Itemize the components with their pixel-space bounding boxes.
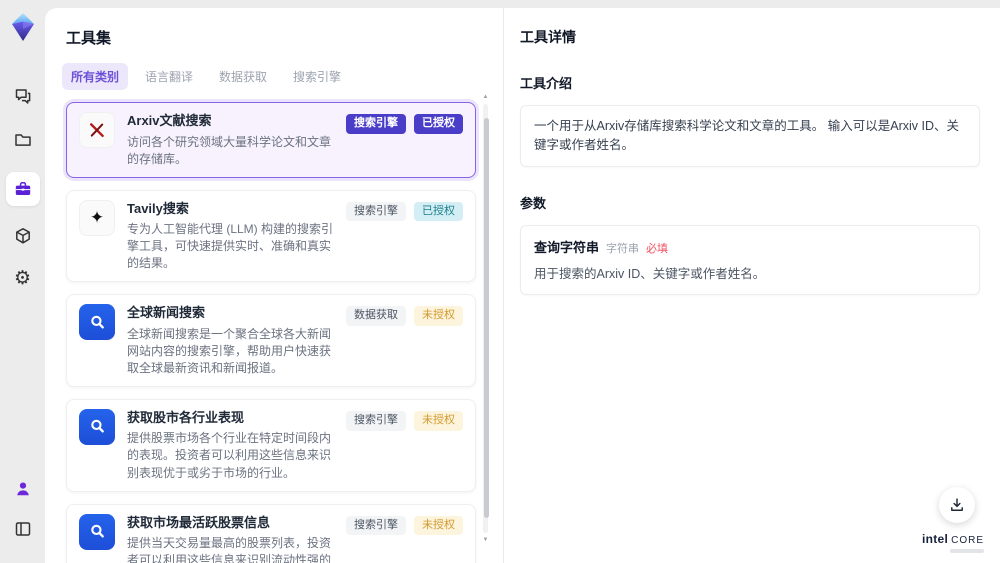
sidebar-item-toolbox[interactable] [5, 172, 40, 206]
auth-status-badge: 已授权 [414, 201, 463, 222]
tool-title: 获取市场最活跃股票信息 [127, 514, 271, 530]
detail-title: 工具详情 [520, 29, 576, 45]
briefcase-icon [13, 179, 33, 199]
param-type: 字符串 [606, 242, 640, 255]
tool-title: Arxiv文献搜索 [127, 113, 212, 128]
blue-search-icon [79, 304, 115, 341]
tools-pane: 工具集 所有类别 语言翻译 数据获取 搜索引擎 Arxiv文献搜索 访问各个研究领域大量… [45, 8, 503, 563]
intel-product-text: CORE [951, 535, 985, 546]
tool-list: Arxiv文献搜索 访问各个研究领域大量科学论文和文章的存储库。 搜索引擎 已授权 ✦ T… [63, 99, 479, 563]
category-badge: 搜索引擎 [346, 515, 406, 536]
main-panel: 工具集 所有类别 语言翻译 数据获取 搜索引擎 Arxiv文献搜索 访问各个研究领域大量… [45, 8, 1000, 563]
params-heading: 参数 [520, 195, 547, 211]
category-badge: 数据获取 [346, 306, 406, 326]
folder-icon [13, 130, 33, 150]
list-scrollbar[interactable]: ▲ ▼ [482, 92, 489, 557]
tab-0[interactable]: 所有类别 [62, 63, 129, 90]
intel-sub-mark [950, 549, 984, 553]
tool-card[interactable]: Arxiv文献搜索访问各个研究领域大量科学论文和文章的存储库。 搜索引擎 已授权 [66, 102, 476, 178]
param-name: 查询字符串 [534, 239, 600, 255]
intro-box: 一个用于从Arxiv存储库搜索科学论文和文章的工具。 输入可以是Arxiv ID… [520, 105, 980, 167]
intro-heading: 工具介绍 [520, 76, 573, 91]
scroll-down-icon[interactable]: ▼ [482, 537, 489, 543]
scrollbar-track[interactable] [483, 104, 489, 533]
tab-3[interactable]: 搜索引擎 [284, 63, 350, 90]
chat-icon [13, 86, 33, 106]
intel-brand-text: intel [922, 532, 949, 546]
sidebar-item-chat[interactable] [7, 80, 39, 112]
collapse-panel-icon [13, 519, 33, 539]
intro-text: 一个用于从Arxiv存储库搜索科学论文和文章的工具。 输入可以是Arxiv ID… [534, 119, 960, 152]
category-badge: 搜索引擎 [346, 410, 406, 431]
user-avatar-icon [13, 479, 33, 499]
auth-status-badge: 未授权 [414, 306, 463, 326]
scroll-up-icon[interactable]: ▲ [482, 94, 489, 100]
scrollbar-thumb[interactable] [484, 118, 489, 518]
tool-description: 专为人工智能代理 (LLM) 构建的搜索引擎工具，可快速提供实时、准确和真实的结… [127, 222, 334, 271]
intel-core-logo: intel CORE [922, 533, 984, 553]
tab-1[interactable]: 语言翻译 [136, 63, 202, 90]
arxiv-icon [79, 112, 115, 148]
auth-status-badge: 未授权 [414, 515, 463, 536]
sidebar-item-profile[interactable] [7, 473, 39, 505]
tool-description: 全球新闻搜索是一个聚合全球各大新闻网站内容的搜索引擎，帮助用户快速获取全球最新资… [127, 326, 332, 375]
sidebar-item-files[interactable] [7, 124, 39, 156]
tool-title: 获取股市各行业表现 [127, 409, 245, 425]
param-list: 查询字符串 字符串 必填用于搜索的Arxiv ID、关键字或作者姓名。 [520, 224, 980, 295]
tool-card[interactable]: 获取市场最活跃股票信息提供当天交易量最高的股票列表，投资者可以利用这些信息来识别… [66, 503, 476, 563]
sidebar: ⚙ [0, 0, 45, 563]
cube-icon [13, 226, 33, 246]
blue-search-icon [79, 513, 115, 550]
detail-pane: 工具详情 工具介绍 一个用于从Arxiv存储库搜索科学论文和文章的工具。 输入可… [504, 8, 1000, 563]
category-tabs: 所有类别 语言翻译 数据获取 搜索引擎 [62, 63, 503, 90]
tool-card[interactable]: ✦ Tavily搜索专为人工智能代理 (LLM) 构建的搜索引擎工具，可快速提供实… [66, 189, 476, 283]
download-icon [948, 496, 966, 514]
category-badge: 搜索引擎 [346, 114, 406, 134]
param-required-flag: 必填 [646, 242, 669, 255]
param-description: 用于搜索的Arxiv ID、关键字或作者姓名。 [534, 266, 766, 281]
tool-card[interactable]: 全球新闻搜索全球新闻搜索是一个聚合全球各大新闻网站内容的搜索引擎，帮助用户快速获… [66, 294, 476, 387]
tool-description: 访问各个研究领域大量科学论文和文章的存储库。 [127, 134, 332, 166]
auth-status-badge: 未授权 [414, 410, 463, 431]
tab-2[interactable]: 数据获取 [210, 63, 276, 90]
tool-description: 提供股票市场各个行业在特定时间段内的表现。投资者可以利用这些信息来识别表现优于或… [127, 431, 332, 480]
tool-title: 全球新闻搜索 [127, 305, 206, 321]
tool-title: Tavily搜索 [127, 200, 189, 216]
app-logo-icon [8, 11, 38, 43]
sidebar-item-plugins[interactable] [7, 220, 39, 252]
tool-description: 提供当天交易量最高的股票列表，投资者可以利用这些信息来识别流动性强的股票和潜在的… [127, 536, 332, 563]
auth-status-badge: 已授权 [414, 114, 463, 134]
category-badge: 搜索引擎 [346, 201, 406, 222]
page-title: 工具集 [66, 30, 112, 47]
blue-search-icon [79, 408, 115, 445]
download-button[interactable] [939, 487, 975, 523]
sidebar-item-settings[interactable]: ⚙ [7, 262, 39, 294]
tavily-star-icon: ✦ [79, 199, 115, 236]
param-box: 查询字符串 字符串 必填用于搜索的Arxiv ID、关键字或作者姓名。 [520, 224, 980, 295]
tool-card[interactable]: 获取股市各行业表现提供股票市场各个行业在特定时间段内的表现。投资者可以利用这些信… [66, 398, 476, 492]
gear-icon: ⚙ [13, 267, 32, 289]
sidebar-item-collapse[interactable] [7, 513, 39, 545]
